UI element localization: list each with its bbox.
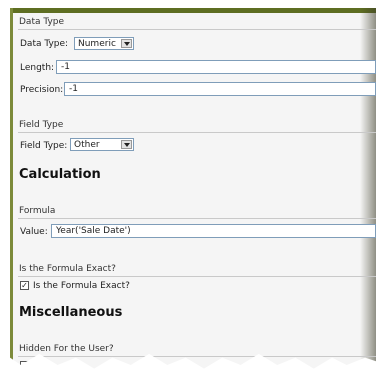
calculation-heading: Calculation (19, 167, 101, 182)
field-type-dropdown-button[interactable] (121, 140, 132, 149)
length-input[interactable]: -1 (56, 60, 376, 74)
chevron-down-icon (124, 42, 130, 46)
miscellaneous-heading: Miscellaneous (19, 305, 123, 320)
properties-panel: Data Type Data Type: Numeric Length: -1 … (10, 8, 376, 369)
field-type-label: Field Type: (20, 141, 68, 151)
precision-input[interactable]: -1 (64, 82, 376, 96)
data-type-value: Numeric (78, 39, 116, 49)
formula-exact-label: Is the Formula Exact? (33, 281, 130, 291)
hidden-for-user-checkbox[interactable] (20, 361, 29, 369)
data-type-select[interactable]: Numeric (74, 37, 134, 50)
formula-value-input[interactable]: Year('Sale Date') (51, 224, 376, 238)
data-type-label: Data Type: (20, 39, 69, 49)
window-left-border (10, 8, 13, 369)
section-data-type: Data Type (19, 17, 65, 27)
precision-label: Precision: (20, 85, 64, 95)
window-top-border (10, 8, 376, 13)
section-hidden-for-user: Hidden For the User? (19, 344, 114, 354)
data-type-dropdown-button[interactable] (121, 39, 132, 48)
length-label: Length: (20, 63, 55, 73)
formula-exact-checkbox[interactable]: ✓ (20, 281, 29, 290)
section-divider (18, 276, 376, 277)
value-label: Value: (20, 227, 48, 237)
field-type-select[interactable]: Other (70, 138, 134, 151)
field-type-value: Other (74, 140, 100, 150)
section-divider (18, 132, 376, 133)
section-field-type: Field Type (19, 120, 64, 130)
chevron-down-icon (124, 143, 130, 147)
screenshot-canvas: Data Type Data Type: Numeric Length: -1 … (0, 0, 380, 379)
section-formula-exact: Is the Formula Exact? (19, 264, 116, 274)
section-divider (18, 356, 376, 357)
section-formula: Formula (19, 206, 56, 216)
section-divider (18, 218, 376, 219)
checkmark-icon: ✓ (21, 281, 28, 290)
section-divider (18, 29, 376, 30)
